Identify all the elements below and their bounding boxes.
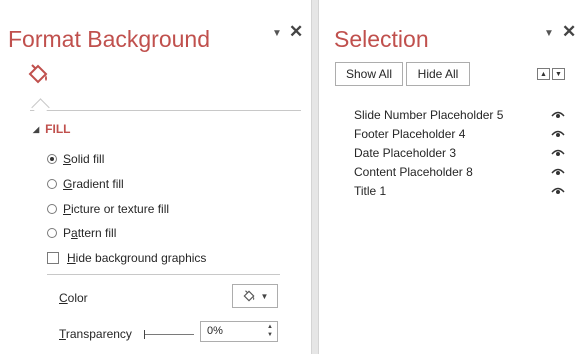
show-all-button[interactable]: Show All xyxy=(335,62,403,86)
pane-title: Format Background xyxy=(8,26,210,52)
spin-down-icon[interactable]: ▼ xyxy=(267,331,273,339)
chevron-down-icon: ▼ xyxy=(260,291,269,301)
pane-options-chevron-icon[interactable]: ▼ xyxy=(272,28,282,39)
visibility-eye-icon[interactable] xyxy=(551,186,565,196)
transparency-slider[interactable] xyxy=(144,330,194,339)
radio-icon xyxy=(47,204,57,214)
radio-selected-icon xyxy=(47,154,57,164)
fill-color-dropdown-button[interactable]: ▼ xyxy=(232,284,278,308)
fill-line-tab-paint-bucket-icon[interactable] xyxy=(26,62,50,86)
radio-icon xyxy=(47,228,57,238)
spin-up-icon[interactable]: ▲ xyxy=(267,323,273,331)
transparency-label: Transparency xyxy=(59,327,132,341)
visibility-eye-icon[interactable] xyxy=(551,148,565,158)
pattern-fill-label: Pattern fill xyxy=(63,226,117,240)
radio-icon xyxy=(47,179,57,189)
pane-title: Selection xyxy=(334,26,429,52)
object-name: Title 1 xyxy=(354,184,387,198)
object-name: Footer Placeholder 4 xyxy=(354,127,466,141)
object-name: Content Placeholder 8 xyxy=(354,165,473,179)
picture-texture-fill-radio[interactable]: Picture or texture fill xyxy=(47,202,169,216)
selection-list-item[interactable]: Slide Number Placeholder 5 xyxy=(354,108,579,124)
divider xyxy=(47,274,280,275)
fill-section-label: FILL xyxy=(45,122,71,136)
selection-list-item[interactable]: Content Placeholder 8 xyxy=(354,165,579,181)
pattern-fill-radio[interactable]: Pattern fill xyxy=(47,226,116,240)
hide-background-graphics-checkbox[interactable]: Hide background graphics xyxy=(47,251,206,265)
slider-thumb[interactable] xyxy=(144,330,145,339)
object-name: Slide Number Placeholder 5 xyxy=(354,108,504,122)
pane-options-chevron-icon[interactable]: ▼ xyxy=(544,28,554,39)
selection-list-item[interactable]: Title 1 xyxy=(354,184,579,200)
slider-track xyxy=(144,334,194,335)
object-name: Date Placeholder 3 xyxy=(354,146,457,160)
color-label: Color xyxy=(59,291,88,305)
checkbox-icon xyxy=(47,252,59,264)
bring-forward-button[interactable]: ▲ xyxy=(537,68,550,80)
gradient-fill-label: Gradient fill xyxy=(63,177,124,191)
close-pane-button[interactable]: ✕ xyxy=(562,22,576,42)
visibility-eye-icon[interactable] xyxy=(551,129,565,139)
visibility-eye-icon[interactable] xyxy=(551,167,565,177)
picture-texture-fill-label: Picture or texture fill xyxy=(63,202,170,216)
spin-arrows[interactable]: ▲ ▼ xyxy=(267,323,273,339)
tab-caret xyxy=(31,98,50,117)
send-backward-button[interactable]: ▼ xyxy=(552,68,565,80)
selection-pane: Selection ▼ ✕ Show All Hide All ▲ ▼ Slid… xyxy=(318,0,582,354)
expand-triangle-icon: ◢ xyxy=(33,125,40,134)
solid-fill-label: Solid fill xyxy=(63,152,105,166)
selection-list-item[interactable]: Footer Placeholder 4 xyxy=(354,127,579,143)
gradient-fill-radio[interactable]: Gradient fill xyxy=(47,177,124,191)
close-pane-button[interactable]: ✕ xyxy=(289,22,303,42)
transparency-value: 0% xyxy=(207,325,223,337)
solid-fill-radio[interactable]: Solid fill xyxy=(47,152,104,166)
hide-background-graphics-label: Hide background graphics xyxy=(67,251,207,265)
format-background-pane: Format Background ▼ ✕ ◢ FILL Solid fill G… xyxy=(0,0,312,354)
transparency-spinbox[interactable]: 0% ▲ ▼ xyxy=(200,321,278,342)
fill-section-header[interactable]: ◢ FILL xyxy=(33,122,70,136)
paint-bucket-icon xyxy=(243,290,255,302)
hide-all-button[interactable]: Hide All xyxy=(406,62,470,86)
tab-underline xyxy=(30,110,301,111)
visibility-eye-icon[interactable] xyxy=(551,110,565,120)
selection-list-item[interactable]: Date Placeholder 3 xyxy=(354,146,579,162)
